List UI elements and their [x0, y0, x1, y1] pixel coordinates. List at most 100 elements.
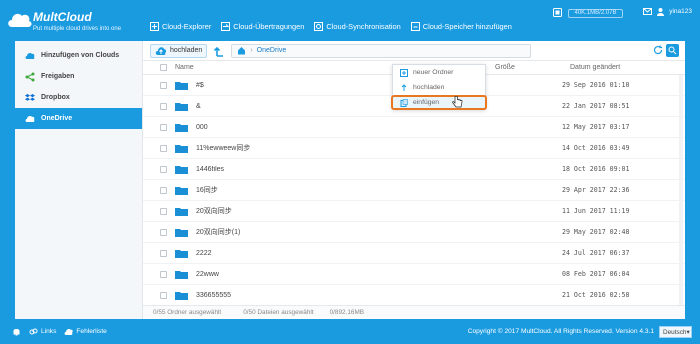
file-date: 29 Sep 2016 01:10	[562, 81, 630, 89]
scrollbar[interactable]	[679, 75, 683, 305]
folder-icon	[175, 123, 188, 132]
row-checkbox[interactable]	[160, 165, 167, 173]
table-row[interactable]: 1446files 18 Oct 2016 09:01	[143, 159, 685, 180]
refresh-icon[interactable]	[653, 45, 663, 55]
row-checkbox[interactable]	[160, 207, 167, 215]
nav-add-cloud[interactable]: Cloud-Speicher hinzufügen	[410, 22, 512, 31]
user-icon	[657, 8, 665, 16]
folder-icon	[175, 228, 188, 237]
file-name[interactable]: 16同步	[196, 185, 487, 195]
menu-paste[interactable]: einfügen	[391, 95, 487, 110]
breadcrumb: › OneDrive	[231, 43, 532, 58]
home-icon[interactable]	[237, 46, 246, 55]
sidebar-item-add-clouds[interactable]: Hinzufügen von Clouds	[15, 45, 142, 66]
file-name[interactable]: 000	[196, 124, 487, 131]
settings-icon[interactable]	[553, 8, 562, 17]
sidebar-item-dropbox[interactable]: Dropbox	[15, 87, 142, 108]
file-date: 14 Oct 2016 03:49	[562, 144, 630, 152]
select-all-checkbox[interactable]	[160, 64, 167, 71]
folder-icon	[175, 291, 188, 300]
folder-icon	[175, 144, 188, 153]
folder-icon	[175, 81, 188, 90]
upload-cloud-icon	[155, 46, 167, 55]
toolbar: hochladen › OneDrive	[143, 41, 685, 61]
multcloud-logo[interactable]: MultCloud Put multiple cloud drives into…	[6, 6, 138, 36]
sidebar-item-shares[interactable]: Freigaben	[15, 66, 142, 87]
chevron-down-icon: ▾	[686, 329, 690, 336]
table-row[interactable]: 2222 24 Jul 2017 06:37	[143, 243, 685, 264]
menu-upload[interactable]: hochladen	[393, 80, 485, 95]
folders-selected: 0/55 Ordner ausgewählt	[153, 309, 222, 316]
row-checkbox[interactable]	[160, 144, 167, 152]
table-row[interactable]: 000 12 May 2017 03:17	[143, 117, 685, 138]
file-date: 12 May 2017 03:17	[562, 123, 630, 131]
file-name[interactable]: 20双向同步	[196, 206, 487, 216]
menu-label: neuer Ordner	[413, 69, 454, 76]
row-checkbox[interactable]	[160, 102, 167, 110]
brand-tagline: Put multiple cloud drives into one	[33, 26, 122, 32]
file-date: 08 Feb 2017 06:04	[562, 270, 630, 278]
column-date[interactable]: Datum geändert	[570, 64, 670, 71]
link-icon	[29, 328, 38, 335]
row-checkbox[interactable]	[160, 186, 167, 194]
table-row[interactable]: 336655555 21 Oct 2016 02:58	[143, 285, 685, 305]
user-menu[interactable]: yina123	[643, 7, 692, 16]
dropbox-icon	[25, 93, 35, 101]
file-name[interactable]: 11%ewweew同步	[196, 143, 487, 153]
row-checkbox[interactable]	[160, 249, 167, 257]
language-select[interactable]: Deutsch ▾	[659, 326, 692, 338]
add-cloud-icon	[25, 52, 35, 59]
upload-button[interactable]: hochladen	[150, 43, 208, 58]
nav-label: Cloud-Übertragungen	[233, 22, 305, 31]
app-footer: Links Fehlerliste Copyright © 2017 MultC…	[0, 322, 700, 344]
brand-name: MultCloud	[33, 10, 92, 24]
upload-label: hochladen	[170, 47, 203, 54]
table-row[interactable]: 22www 08 Feb 2017 06:04	[143, 264, 685, 285]
folder-icon	[175, 207, 188, 216]
file-name[interactable]: 2222	[196, 250, 487, 257]
row-checkbox[interactable]	[160, 270, 167, 278]
notification-bell-icon[interactable]	[12, 327, 21, 336]
search-button[interactable]	[666, 44, 679, 57]
folder-icon	[175, 165, 188, 174]
folder-icon	[175, 249, 188, 258]
mail-icon[interactable]	[643, 7, 653, 16]
file-date: 29 May 2017 02:48	[562, 228, 630, 236]
nav-label: Cloud-Speicher hinzufügen	[422, 22, 512, 31]
nav-cloud-explorer[interactable]: Cloud-Explorer	[150, 22, 211, 31]
links-button[interactable]: Links	[29, 327, 56, 336]
table-row[interactable]: 20双向同步 11 Jun 2017 11:19	[143, 201, 685, 222]
table-row[interactable]: 16同步 29 Apr 2017 22:36	[143, 180, 685, 201]
nav-cloud-sync[interactable]: Cloud-Synchronisation	[314, 22, 401, 31]
breadcrumb-separator-icon: ›	[250, 47, 253, 54]
table-row[interactable]: 20双向同步(1) 29 May 2017 02:48	[143, 222, 685, 243]
file-name[interactable]: 336655555	[196, 292, 487, 299]
files-selected: 0/50 Dateien ausgewählt	[243, 309, 314, 316]
table-row[interactable]: 11%ewweew同步 14 Oct 2016 03:49	[143, 138, 685, 159]
row-checkbox[interactable]	[160, 228, 167, 236]
onedrive-icon	[25, 115, 35, 122]
nav-cloud-transfer[interactable]: Cloud-Übertragungen	[221, 22, 304, 31]
row-checkbox[interactable]	[160, 81, 167, 89]
file-date: 22 Jan 2017 08:51	[562, 102, 630, 110]
size-selected: 0/892.16MB	[329, 309, 365, 316]
copyright-text: Copyright © 2017 MultCloud. All Rights R…	[467, 328, 654, 335]
row-checkbox[interactable]	[160, 291, 167, 299]
menu-label: hochladen	[413, 84, 445, 91]
sidebar-item-onedrive[interactable]: OneDrive	[15, 108, 142, 129]
menu-new-folder[interactable]: neuer Ordner	[393, 65, 485, 80]
error-list-button[interactable]: Fehlerliste	[64, 327, 107, 336]
app-header: MultCloud Put multiple cloud drives into…	[0, 0, 700, 44]
column-size[interactable]: Größe	[495, 64, 570, 71]
cloud-logo-icon	[8, 13, 32, 27]
file-name[interactable]: 1446files	[196, 166, 487, 173]
file-name[interactable]: 22www	[196, 271, 487, 278]
file-name[interactable]: 20双向同步(1)	[196, 227, 487, 237]
links-label: Links	[41, 328, 57, 335]
breadcrumb-current[interactable]: OneDrive	[257, 47, 287, 54]
row-checkbox[interactable]	[160, 123, 167, 131]
status-bar: 0/55 Ordner ausgewählt 0/50 Dateien ausg…	[143, 305, 685, 319]
up-level-icon[interactable]	[213, 45, 225, 57]
explorer-icon	[150, 22, 159, 31]
new-folder-icon	[400, 68, 408, 77]
